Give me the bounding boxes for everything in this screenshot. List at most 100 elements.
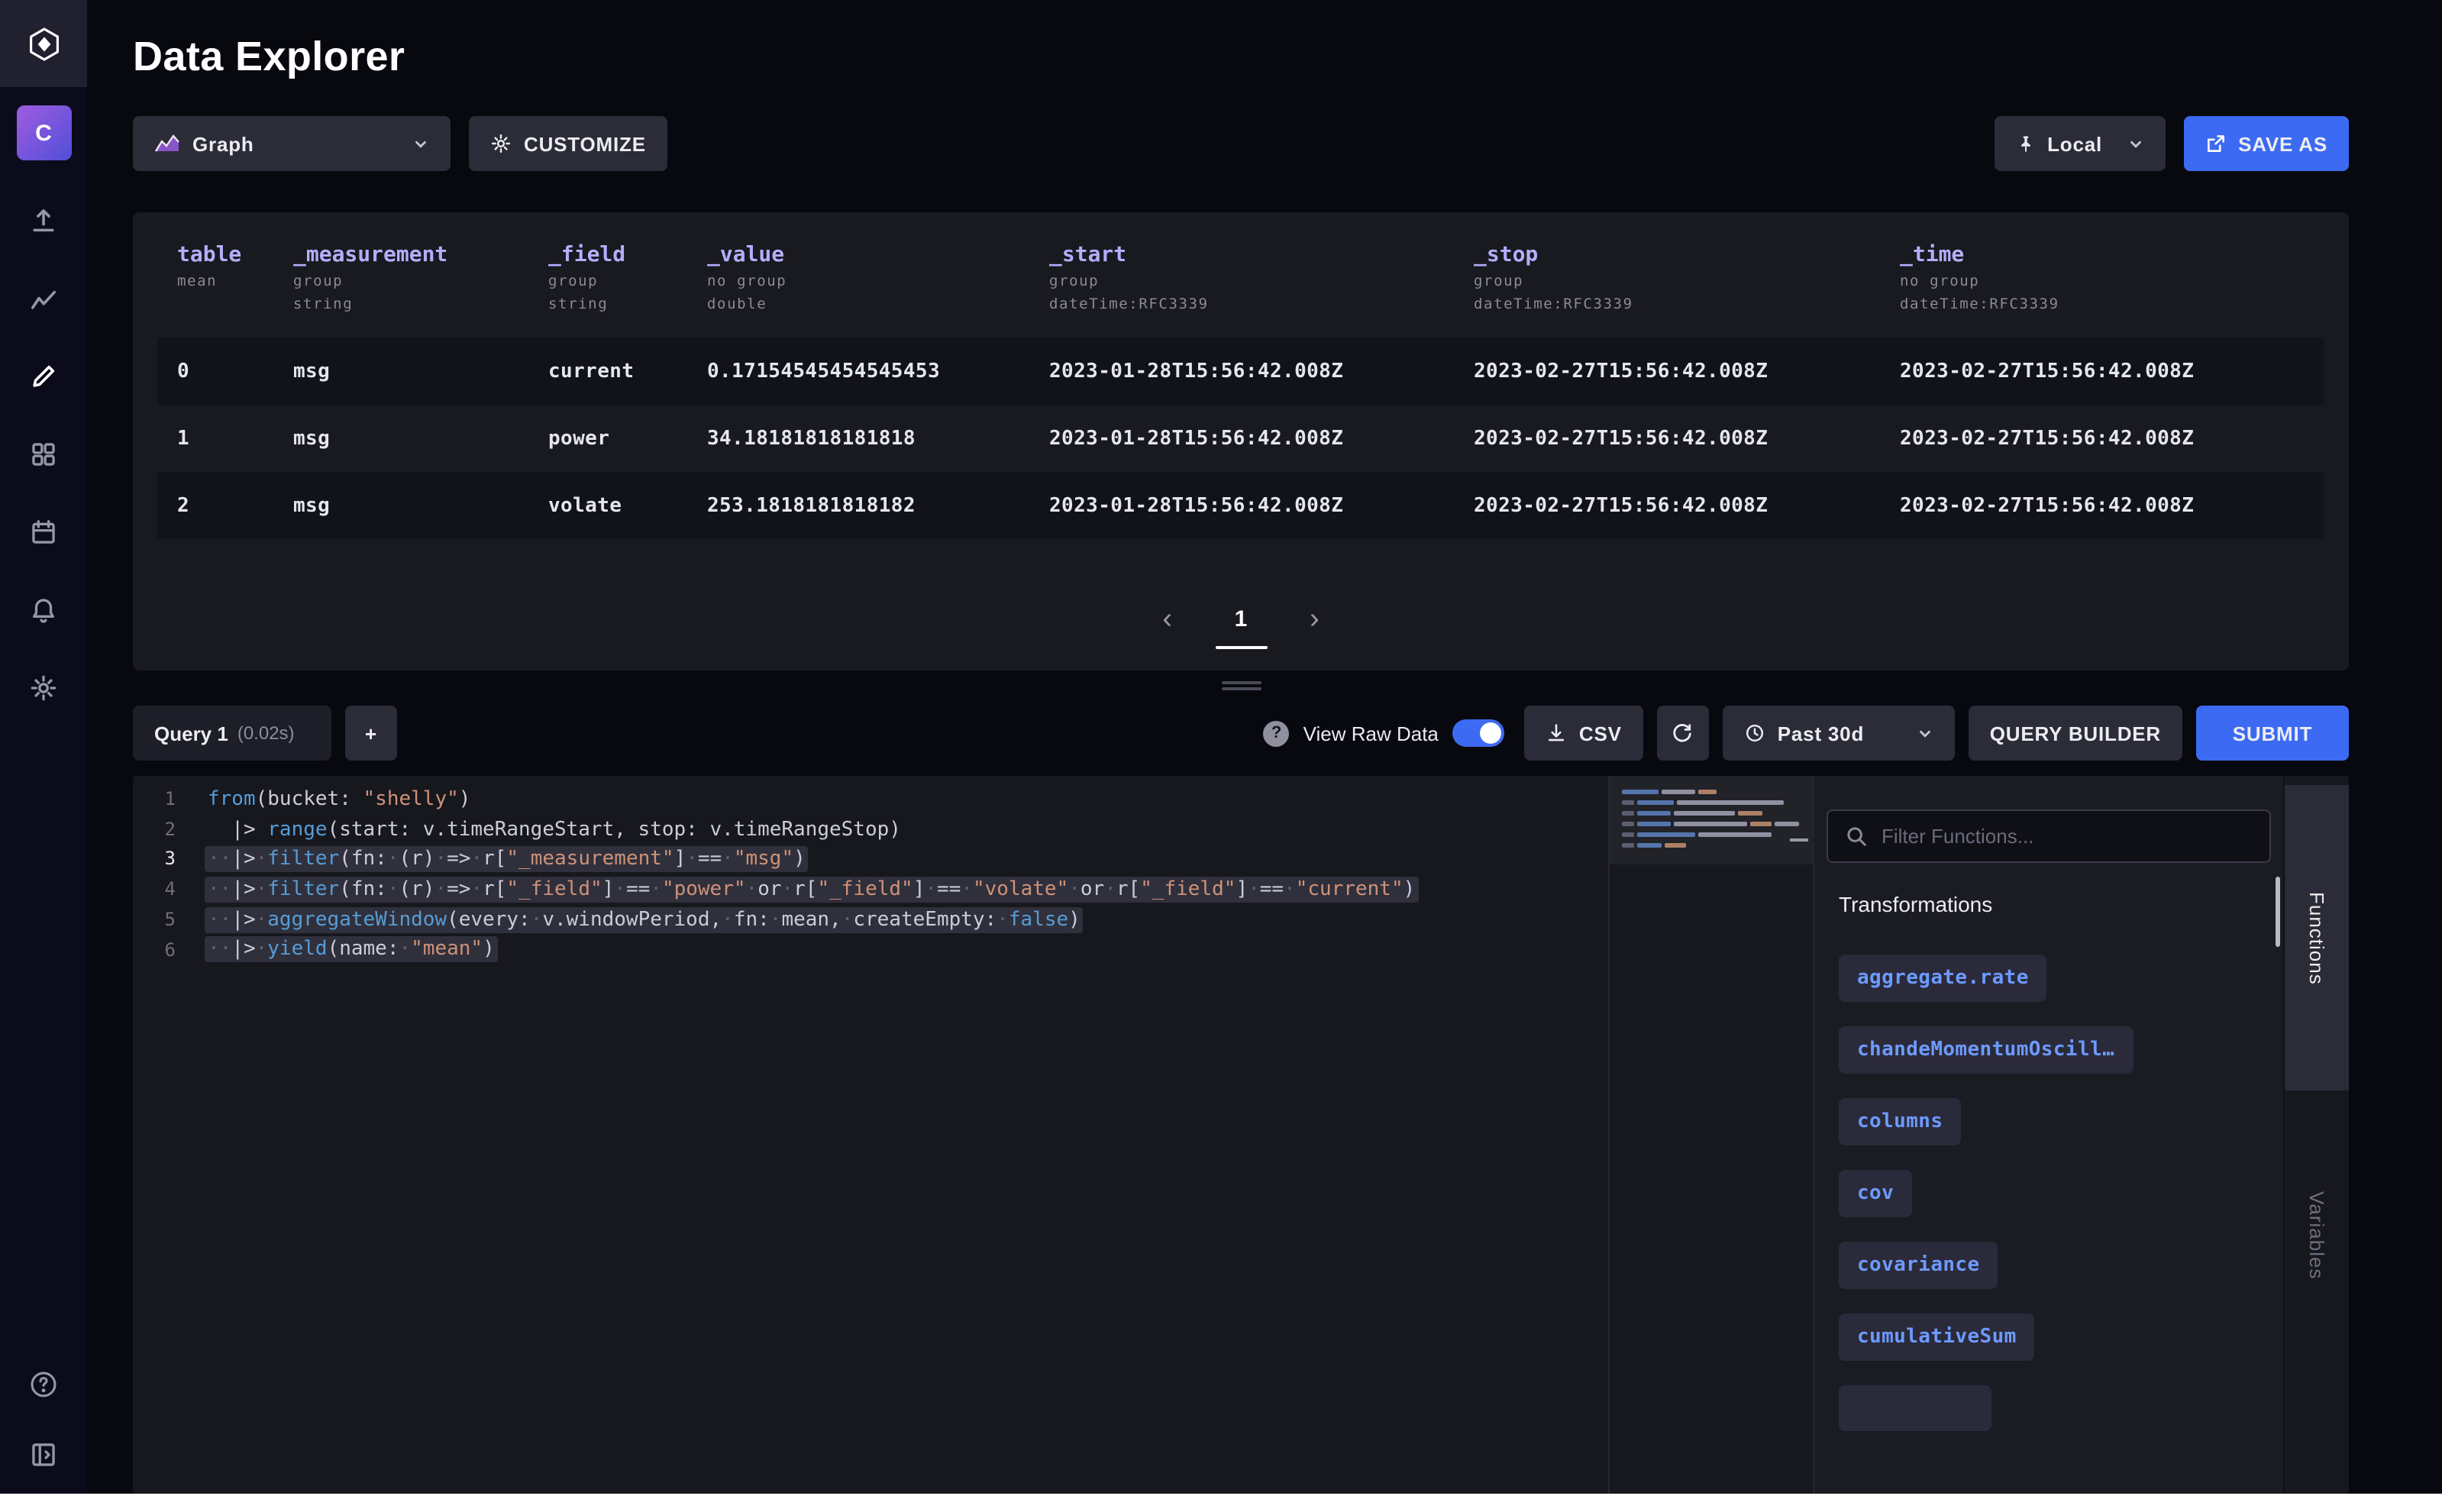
- calendar-icon[interactable]: [28, 516, 59, 547]
- query-builder-label: QUERY BUILDER: [1990, 722, 2161, 745]
- table-cell: 1: [157, 427, 293, 450]
- bell-icon[interactable]: [28, 594, 59, 625]
- table-cell: 2023-02-27T15:56:42.008Z: [1900, 494, 2324, 517]
- graph-icon[interactable]: [28, 283, 59, 313]
- app-frame: C: [0, 0, 2442, 1494]
- column-header: _fieldgroupstring: [548, 243, 707, 313]
- column-header: _stopgroupdateTime:RFC3339: [1474, 243, 1900, 313]
- line-number: 1: [133, 785, 194, 815]
- sidebar: C: [0, 0, 87, 1494]
- table-cell: 2023-02-27T15:56:42.008Z: [1900, 427, 2324, 450]
- table-cell: msg: [293, 427, 548, 450]
- code-lines: from(bucket: "shelly") |> range(start: v…: [194, 785, 1418, 1494]
- data-explorer-app: C: [0, 0, 2442, 1512]
- column-header: _startgroupdateTime:RFC3339: [1049, 243, 1474, 313]
- tab-query-1[interactable]: Query 1 (0.02s): [133, 706, 331, 761]
- table-body: 0msgcurrent0.171545454545454532023-01-28…: [157, 338, 2324, 539]
- pencil-icon[interactable]: [28, 360, 59, 391]
- external-link-icon: [2205, 133, 2226, 154]
- main-content: Data Explorer Graph CUSTOMIZE: [87, 0, 2442, 1494]
- table-cell: current: [548, 360, 707, 383]
- function-item[interactable]: columns: [1839, 1098, 1961, 1145]
- code-line: ··|>·yield(name:·"mean"): [208, 935, 1418, 965]
- refresh-icon: [1672, 722, 1694, 745]
- submit-button[interactable]: SUBMIT: [2196, 706, 2349, 761]
- sidebar-bottom: [28, 1368, 59, 1494]
- chevron-down-icon: [2127, 135, 2143, 152]
- view-raw-data-label: View Raw Data: [1303, 722, 1439, 745]
- csv-button[interactable]: CSV: [1524, 706, 1643, 761]
- download-icon: [1546, 722, 1567, 744]
- table-cell: 2023-02-27T15:56:42.008Z: [1474, 360, 1900, 383]
- add-query-button[interactable]: +: [345, 706, 397, 761]
- column-header: _timeno groupdateTime:RFC3339: [1900, 243, 2324, 313]
- prev-page-button[interactable]: ‹: [1162, 603, 1172, 637]
- tab-variables[interactable]: Variables: [2305, 1176, 2328, 1294]
- dashboards-icon[interactable]: [28, 438, 59, 469]
- expand-panel-icon[interactable]: [28, 1439, 59, 1469]
- clock-icon: [1744, 722, 1765, 744]
- gear-icon[interactable]: [28, 672, 59, 703]
- functions-list: aggregate.rate chandeMomentumOscill… colum…: [1827, 955, 2271, 1431]
- code-line: |> range(start: v.timeRangeStart, stop: …: [208, 815, 1418, 845]
- table-cell: 0: [157, 360, 293, 383]
- graph-type-icon: [154, 134, 180, 153]
- visualization-type-dropdown[interactable]: Graph: [133, 116, 451, 171]
- table-cell: 2023-02-27T15:56:42.008Z: [1900, 360, 2324, 383]
- help-icon[interactable]: [28, 1368, 59, 1399]
- customize-button[interactable]: CUSTOMIZE: [469, 116, 667, 171]
- code-line: ··|>·filter(fn:·(r)·=>·r["_field"]·==·"p…: [208, 875, 1418, 905]
- save-as-label: SAVE AS: [2238, 132, 2327, 155]
- influxdb-logo[interactable]: [0, 0, 87, 87]
- time-range-dropdown[interactable]: Past 30d: [1723, 706, 1955, 761]
- function-item[interactable]: covariance: [1839, 1242, 1998, 1289]
- line-number: 4: [133, 875, 194, 905]
- avatar[interactable]: C: [16, 105, 71, 160]
- function-item[interactable]: aggregate.rate: [1839, 955, 2047, 1002]
- function-item[interactable]: chandeMomentumOscill…: [1839, 1026, 2133, 1074]
- table-cell: 2023-02-27T15:56:42.008Z: [1474, 427, 1900, 450]
- top-toolbar: Graph CUSTOMIZE Local: [133, 116, 2349, 171]
- next-page-button[interactable]: ›: [1310, 603, 1320, 637]
- table-row: 1msgpower34.181818181818182023-01-28T15:…: [157, 405, 2324, 472]
- current-page[interactable]: 1: [1215, 603, 1267, 649]
- table-row: 0msgcurrent0.171545454545454532023-01-28…: [157, 338, 2324, 405]
- search-input[interactable]: [1882, 825, 2253, 848]
- local-label: Local: [2047, 132, 2102, 155]
- functions-panel: Transformations aggregate.rate chandeMome…: [1813, 776, 2283, 1494]
- minimap[interactable]: [1608, 776, 1813, 1494]
- line-number: 5: [133, 906, 194, 935]
- question-circle-icon[interactable]: ?: [1264, 720, 1290, 746]
- view-raw-toggle[interactable]: [1452, 719, 1504, 747]
- function-search[interactable]: [1827, 809, 2271, 863]
- function-item[interactable]: cumulativeSum: [1839, 1313, 2035, 1361]
- time-range-label: Past 30d: [1778, 722, 1864, 745]
- table-cell: power: [548, 427, 707, 450]
- function-item-partial[interactable]: [1839, 1385, 1991, 1431]
- code-line: ··|>·aggregateWindow(every:·v.windowPeri…: [208, 906, 1418, 935]
- page-title: Data Explorer: [133, 34, 2349, 81]
- resize-handle[interactable]: [1221, 681, 1261, 693]
- bottom-strip: [0, 1494, 2442, 1512]
- editor-region: 123456 from(bucket: "shelly") |> range(s…: [133, 776, 2349, 1494]
- save-as-button[interactable]: SAVE AS: [2183, 116, 2349, 171]
- function-item[interactable]: cov: [1839, 1170, 1912, 1217]
- current-page-number: 1: [1235, 603, 1248, 637]
- column-header: tablemean: [157, 243, 293, 313]
- table-row: 2msgvolate253.18181818181822023-01-28T15…: [157, 472, 2324, 539]
- refresh-button[interactable]: [1657, 706, 1709, 761]
- customize-gear-icon: [490, 133, 512, 154]
- table-cell: volate: [548, 494, 707, 517]
- transformations-heading: Transformations: [1839, 892, 2271, 916]
- flux-editor[interactable]: 123456 from(bucket: "shelly") |> range(s…: [133, 776, 1608, 1494]
- table-cell: 34.18181818181818: [707, 427, 1049, 450]
- upload-icon[interactable]: [28, 205, 59, 235]
- customize-label: CUSTOMIZE: [524, 132, 646, 155]
- current-page-underline: [1215, 646, 1267, 649]
- table-cell: msg: [293, 494, 548, 517]
- line-number: 6: [133, 935, 194, 965]
- scrollbar-thumb[interactable]: [2276, 877, 2280, 947]
- tab-functions[interactable]: Functions: [2285, 785, 2349, 1090]
- local-dropdown[interactable]: Local: [1994, 116, 2165, 171]
- query-builder-button[interactable]: QUERY BUILDER: [1969, 706, 2182, 761]
